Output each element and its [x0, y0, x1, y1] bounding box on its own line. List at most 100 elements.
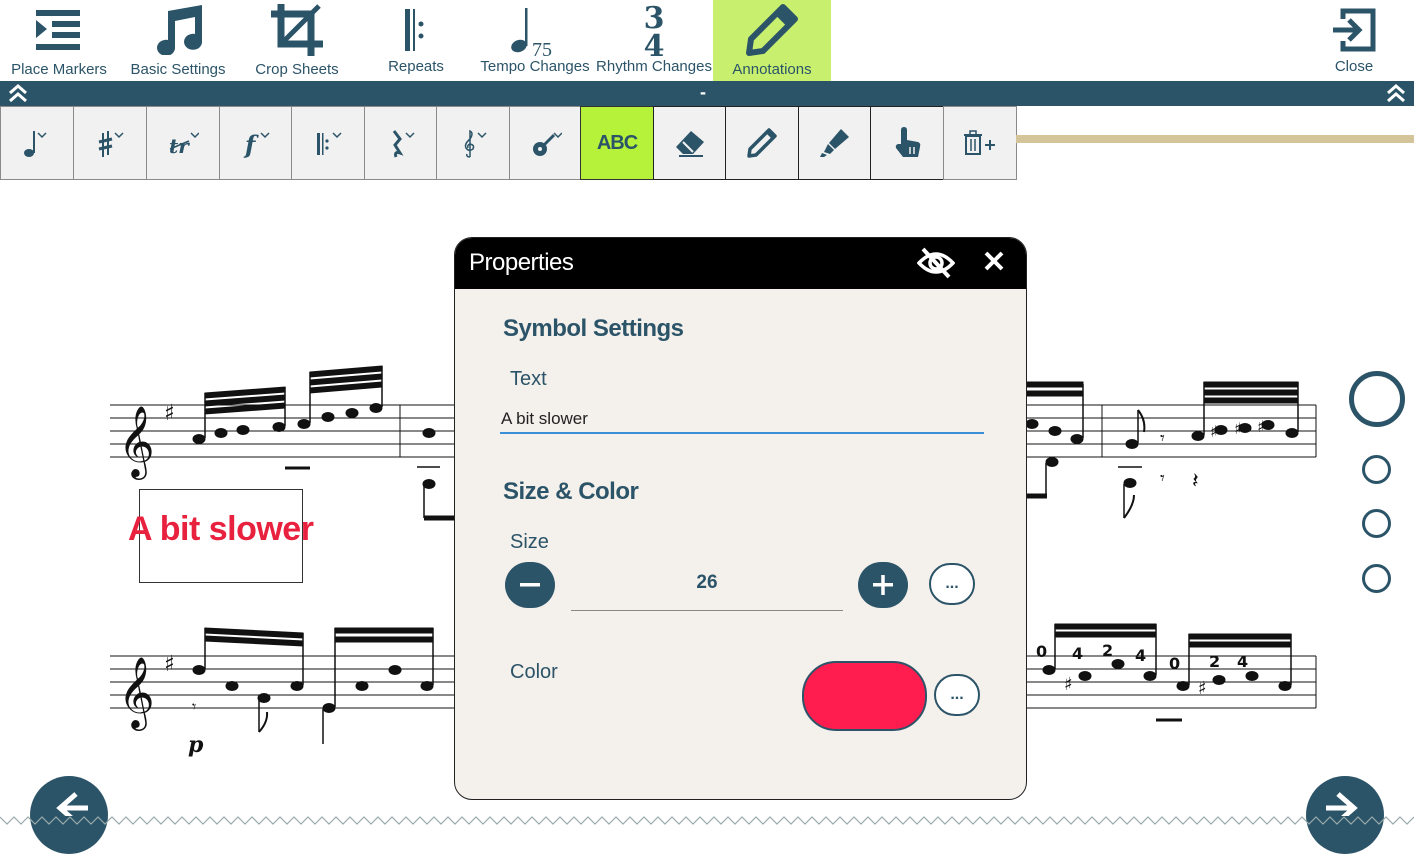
- sharp-icon: [98, 131, 124, 157]
- annotation-text[interactable]: A bit slower: [128, 510, 314, 549]
- page-edge: [0, 816, 1414, 825]
- accidental-tool-button[interactable]: [73, 106, 147, 180]
- crop-sheets-button[interactable]: Crop Sheets: [252, 0, 342, 81]
- repeat-tool-button[interactable]: [291, 106, 365, 180]
- svg-text:4: 4: [1135, 646, 1146, 665]
- svg-text:0: 0: [1036, 642, 1047, 661]
- tempo-changes-label: Tempo Changes: [480, 58, 590, 75]
- annotations-button[interactable]: Annotations: [713, 0, 831, 81]
- note-tool-button[interactable]: [0, 106, 74, 180]
- svg-text:4: 4: [644, 29, 665, 58]
- rhythm-changes-button[interactable]: 34 Rhythm Changes: [594, 0, 714, 81]
- dialog-title: Properties: [469, 249, 574, 276]
- annotations-label: Annotations: [732, 61, 812, 78]
- music-note-icon: [152, 0, 204, 60]
- eye-off-icon[interactable]: [916, 247, 956, 284]
- hand-tool-button[interactable]: [870, 106, 944, 180]
- svg-text:f: f: [243, 130, 259, 159]
- text-input[interactable]: [500, 406, 984, 434]
- exit-icon: [1331, 0, 1377, 60]
- trill-icon: tr: [169, 132, 199, 158]
- basic-settings-button[interactable]: Basic Settings: [128, 0, 228, 81]
- size-more-button[interactable]: ...: [929, 563, 975, 605]
- close-icon[interactable]: [983, 250, 1005, 277]
- color-more-button[interactable]: ...: [934, 674, 980, 716]
- minus-icon: [520, 583, 540, 587]
- top-toolbar: Place Markers Basic Settings Crop Sheets…: [0, 0, 1414, 81]
- close-label: Close: [1334, 58, 1374, 75]
- svg-text:𝄾: 𝄾: [1160, 428, 1165, 449]
- dialog-header: Properties: [455, 238, 1026, 289]
- repeats-button[interactable]: Repeats: [380, 0, 452, 81]
- arrow-right-icon: [1326, 792, 1358, 816]
- instrument-tool-button[interactable]: [509, 106, 583, 180]
- dynamics-tool-button[interactable]: f: [219, 106, 293, 180]
- page-indicator-active[interactable]: [1349, 371, 1405, 427]
- hand-pointer-icon: [895, 127, 921, 157]
- text-label: Text: [510, 368, 547, 390]
- time-signature-icon: 34: [641, 0, 667, 60]
- symbol-settings-heading: Symbol Settings: [503, 315, 684, 342]
- dynamic-piano: p: [188, 732, 204, 758]
- collapse-strip: -: [0, 81, 1414, 106]
- text-tool-button[interactable]: ABC: [580, 106, 654, 180]
- repeat-sign-small-icon: [317, 132, 342, 155]
- forte-icon: f: [243, 130, 270, 159]
- svg-text:4: 4: [1072, 644, 1083, 663]
- svg-text:♯: ♯: [1064, 674, 1073, 695]
- size-increase-button[interactable]: [858, 562, 908, 608]
- rest-icon: [392, 130, 415, 158]
- treble-clef-icon: [464, 129, 487, 158]
- properties-dialog: Properties Symbol Settings Text Size & C…: [454, 237, 1027, 800]
- collapse-left-icon[interactable]: [7, 83, 29, 108]
- rest-tool-button[interactable]: [364, 106, 438, 180]
- svg-text:4: 4: [1237, 652, 1248, 671]
- list-indent-icon: [36, 0, 82, 60]
- repeat-sign-icon: [405, 0, 427, 60]
- svg-text:𝄾: 𝄾: [192, 697, 196, 716]
- ornament-tool-button[interactable]: tr: [146, 106, 220, 180]
- basic-settings-label: Basic Settings: [130, 61, 226, 78]
- page-indicator[interactable]: [1362, 509, 1391, 538]
- strip-handle[interactable]: -: [700, 81, 706, 103]
- note-icon: [24, 131, 47, 157]
- highlighter-tool-button[interactable]: [798, 106, 872, 180]
- svg-text:♯: ♯: [1257, 417, 1265, 436]
- crop-sheets-label: Crop Sheets: [255, 61, 339, 78]
- place-markers-label: Place Markers: [11, 61, 107, 78]
- close-button[interactable]: Close: [1320, 0, 1388, 81]
- crop-icon: [271, 0, 323, 60]
- pencil-icon: [745, 0, 799, 60]
- tempo-icon: 75: [510, 0, 560, 60]
- plus-icon: [873, 575, 893, 595]
- collapse-right-icon[interactable]: [1385, 83, 1407, 108]
- clef-tool-button[interactable]: [436, 106, 510, 180]
- page-indicator[interactable]: [1362, 564, 1391, 593]
- repeats-label: Repeats: [388, 58, 444, 75]
- treble-clef-1: 𝄞: [118, 404, 155, 480]
- size-decrease-button[interactable]: [505, 562, 555, 608]
- eraser-icon: [676, 131, 704, 157]
- trash-plus-icon: [964, 130, 995, 155]
- svg-text:𝄽: 𝄽: [1192, 469, 1199, 494]
- svg-text:tr: tr: [169, 134, 190, 158]
- delete-tool-button[interactable]: [943, 106, 1017, 180]
- svg-text:♯: ♯: [164, 652, 175, 677]
- pencil-tool-icon: [747, 128, 777, 158]
- place-markers-button[interactable]: Place Markers: [5, 0, 113, 81]
- progress-line: [1016, 135, 1414, 143]
- text-tool-label: ABC: [596, 131, 638, 154]
- svg-text:75: 75: [532, 39, 552, 56]
- svg-text:𝄾: 𝄾: [1160, 468, 1165, 489]
- color-label: Color: [510, 661, 558, 683]
- svg-text:♯: ♯: [1234, 419, 1242, 438]
- tempo-changes-button[interactable]: 75 Tempo Changes: [478, 0, 592, 81]
- pencil-tool-button[interactable]: [725, 106, 799, 180]
- rhythm-changes-label: Rhythm Changes: [596, 58, 712, 75]
- page-indicator[interactable]: [1362, 455, 1391, 484]
- color-swatch[interactable]: [802, 661, 927, 731]
- size-value[interactable]: 26: [571, 558, 843, 611]
- svg-text:2: 2: [1209, 652, 1220, 671]
- eraser-tool-button[interactable]: [653, 106, 727, 180]
- svg-text:0: 0: [1169, 654, 1180, 673]
